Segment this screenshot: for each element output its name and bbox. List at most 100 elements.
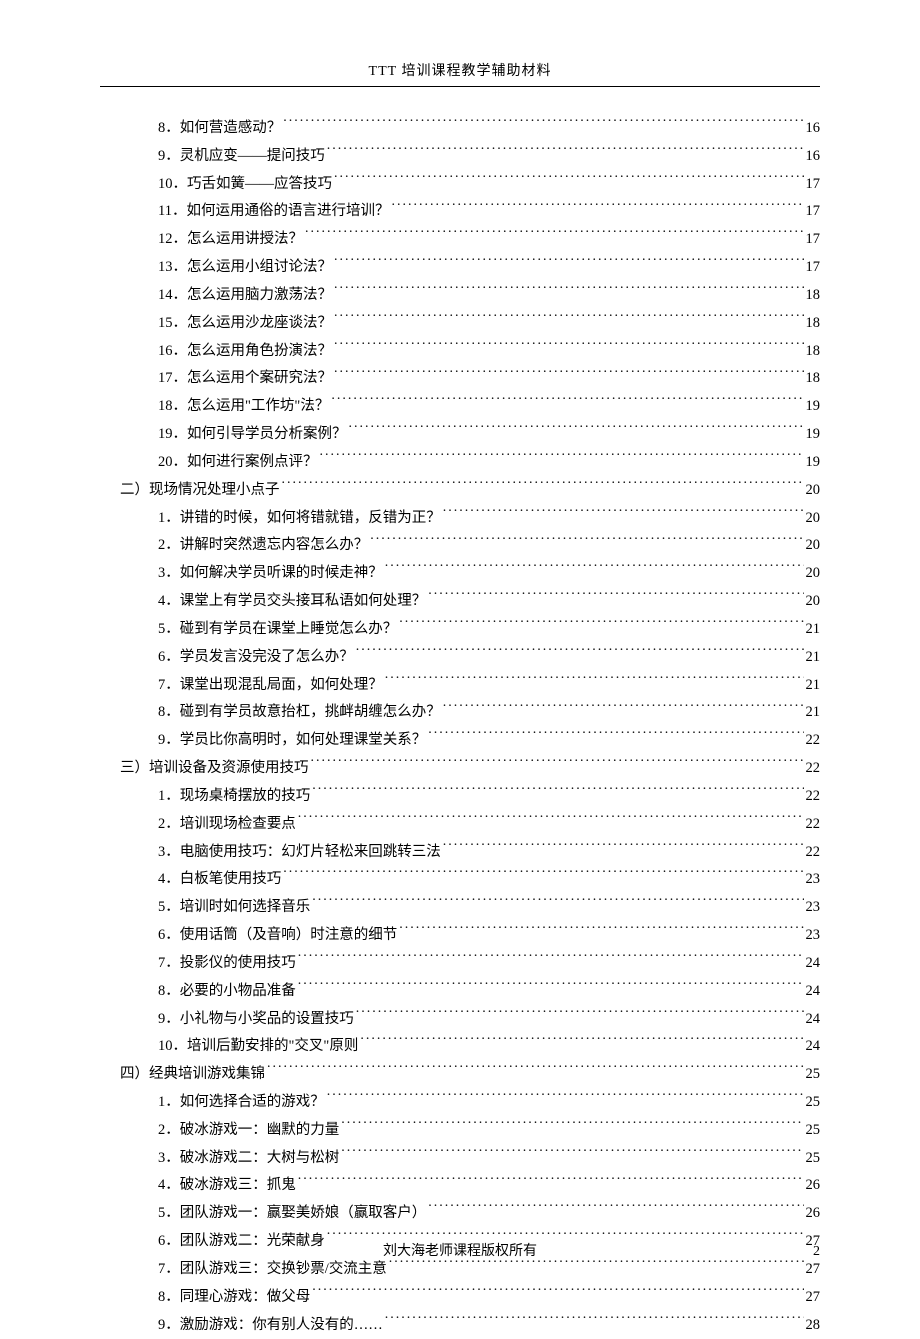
toc-item: 2．培训现场检查要点22 bbox=[100, 811, 820, 839]
toc-item: 7．团队游戏三：交换钞票/交流主意27 bbox=[100, 1256, 820, 1284]
toc-label: 8．如何营造感动？ bbox=[158, 115, 281, 143]
toc-leader bbox=[320, 451, 804, 466]
toc-page: 17 bbox=[806, 254, 821, 282]
toc-leader bbox=[443, 702, 804, 717]
toc-item: 17．怎么运用个案研究法？18 bbox=[100, 365, 820, 393]
toc-leader bbox=[443, 507, 804, 522]
toc-label: 8．碰到有学员故意抬杠，挑衅胡缠怎么办？ bbox=[158, 699, 441, 727]
toc-item: 6．学员发言没完没了怎么办？21 bbox=[100, 644, 820, 672]
toc-item: 7．课堂出现混乱局面，如何处理？ 21 bbox=[100, 672, 820, 700]
toc-leader bbox=[356, 1008, 804, 1023]
toc-leader bbox=[327, 145, 804, 160]
toc-item: 9．激励游戏：你有别人没有的……28 bbox=[100, 1312, 820, 1339]
toc-leader bbox=[298, 980, 804, 995]
toc-leader bbox=[341, 1147, 803, 1162]
toc-label: 6．学员发言没完没了怎么办？ bbox=[158, 644, 354, 672]
toc-label: 四）经典培训游戏集锦 bbox=[120, 1061, 265, 1089]
toc-leader bbox=[334, 312, 804, 327]
toc-leader bbox=[305, 229, 804, 244]
toc-leader bbox=[360, 1036, 803, 1051]
toc-label: 9．小礼物与小奖品的设置技巧 bbox=[158, 1006, 354, 1034]
toc-page: 18 bbox=[806, 282, 821, 310]
toc-label: 5．团队游戏一：赢娶美娇娘（赢取客户） bbox=[158, 1200, 426, 1228]
toc-leader bbox=[385, 563, 804, 578]
toc-item: 18．怎么运用"工作坊"法？ 19 bbox=[100, 393, 820, 421]
toc-page: 23 bbox=[806, 866, 821, 894]
toc-section: 四）经典培训游戏集锦 25 bbox=[100, 1061, 820, 1089]
toc-page: 21 bbox=[806, 699, 821, 727]
toc-leader bbox=[331, 396, 803, 411]
toc-label: 7．课堂出现混乱局面，如何处理？ bbox=[158, 672, 383, 700]
toc-item: 7．投影仪的使用技巧24 bbox=[100, 950, 820, 978]
toc-page: 17 bbox=[806, 171, 821, 199]
toc-item: 2．讲解时突然遗忘内容怎么办？20 bbox=[100, 532, 820, 560]
toc-leader bbox=[334, 284, 804, 299]
header-rule bbox=[100, 86, 820, 87]
toc-label: 8．必要的小物品准备 bbox=[158, 978, 296, 1006]
toc-section: 二）现场情况处理小点子20 bbox=[100, 477, 820, 505]
toc-item: 9．灵机应变——提问技巧 16 bbox=[100, 143, 820, 171]
toc-label: 15．怎么运用沙龙座谈法？ bbox=[158, 310, 332, 338]
toc-page: 18 bbox=[806, 338, 821, 366]
toc-page: 17 bbox=[806, 198, 821, 226]
toc-page: 20 bbox=[806, 588, 821, 616]
toc-item: 5．团队游戏一：赢娶美娇娘（赢取客户） 26 bbox=[100, 1200, 820, 1228]
toc-page: 16 bbox=[806, 115, 821, 143]
toc-page: 22 bbox=[806, 783, 821, 811]
toc-leader bbox=[327, 1091, 804, 1106]
toc-page: 25 bbox=[806, 1145, 821, 1173]
toc-label: 3．破冰游戏二：大树与松树 bbox=[158, 1145, 339, 1173]
toc-item: 1．讲错的时候，如何将错就错，反错为正？20 bbox=[100, 505, 820, 533]
toc-item: 14．怎么运用脑力激荡法？18 bbox=[100, 282, 820, 310]
toc-leader bbox=[341, 1119, 803, 1134]
toc-item: 8．同理心游戏：做父母27 bbox=[100, 1284, 820, 1312]
toc-page: 20 bbox=[806, 560, 821, 588]
toc-page: 22 bbox=[806, 727, 821, 755]
toc-leader bbox=[385, 674, 804, 689]
toc-item: 16．怎么运用角色扮演法？ 18 bbox=[100, 338, 820, 366]
toc-leader bbox=[399, 925, 803, 940]
toc-page: 16 bbox=[806, 143, 821, 171]
toc-leader bbox=[349, 424, 804, 439]
toc-page: 27 bbox=[806, 1256, 821, 1284]
toc-item: 4．破冰游戏三：抓鬼26 bbox=[100, 1172, 820, 1200]
toc-label: 4．破冰游戏三：抓鬼 bbox=[158, 1172, 296, 1200]
toc-page: 25 bbox=[806, 1061, 821, 1089]
toc-item: 5．培训时如何选择音乐 23 bbox=[100, 894, 820, 922]
toc-page: 21 bbox=[806, 672, 821, 700]
toc-page: 24 bbox=[806, 1006, 821, 1034]
toc-leader bbox=[283, 869, 803, 884]
toc-page: 23 bbox=[806, 894, 821, 922]
toc-item: 8．必要的小物品准备 24 bbox=[100, 978, 820, 1006]
toc-label: 1．如何选择合适的游戏？ bbox=[158, 1089, 325, 1117]
page-header: TTT 培训课程教学辅助材料 bbox=[100, 60, 820, 80]
toc-item: 8．如何营造感动？ 16 bbox=[100, 115, 820, 143]
toc-label: 三）培训设备及资源使用技巧 bbox=[120, 755, 309, 783]
toc-leader bbox=[428, 591, 803, 606]
toc-leader bbox=[283, 118, 803, 133]
toc-item: 20．如何进行案例点评？19 bbox=[100, 449, 820, 477]
toc-leader bbox=[282, 479, 804, 494]
toc-page: 26 bbox=[806, 1200, 821, 1228]
toc-page: 22 bbox=[806, 755, 821, 783]
toc-label: 8．同理心游戏：做父母 bbox=[158, 1284, 310, 1312]
toc-page: 19 bbox=[806, 393, 821, 421]
toc-label: 12．怎么运用讲授法？ bbox=[158, 226, 303, 254]
toc-page: 24 bbox=[806, 978, 821, 1006]
toc-label: 9．学员比你高明时，如何处理课堂关系？ bbox=[158, 727, 426, 755]
toc-item: 10．巧舌如簧——应答技巧17 bbox=[100, 171, 820, 199]
toc-label: 13．怎么运用小组讨论法？ bbox=[158, 254, 332, 282]
toc-label: 5．培训时如何选择音乐 bbox=[158, 894, 310, 922]
toc-page: 22 bbox=[806, 811, 821, 839]
toc-label: 3．如何解决学员听课的时候走神？ bbox=[158, 560, 383, 588]
toc-leader bbox=[334, 340, 804, 355]
toc-page: 25 bbox=[806, 1117, 821, 1145]
toc-label: 16．怎么运用角色扮演法？ bbox=[158, 338, 332, 366]
toc-item: 15．怎么运用沙龙座谈法？18 bbox=[100, 310, 820, 338]
toc-item: 8．碰到有学员故意抬杠，挑衅胡缠怎么办？ 21 bbox=[100, 699, 820, 727]
toc-label: 10．培训后勤安排的"交叉"原则 bbox=[158, 1033, 358, 1061]
toc-leader bbox=[334, 173, 804, 188]
toc-label: 9．灵机应变——提问技巧 bbox=[158, 143, 325, 171]
toc-label: 2．讲解时突然遗忘内容怎么办？ bbox=[158, 532, 368, 560]
toc-label: 18．怎么运用"工作坊"法？ bbox=[158, 393, 329, 421]
